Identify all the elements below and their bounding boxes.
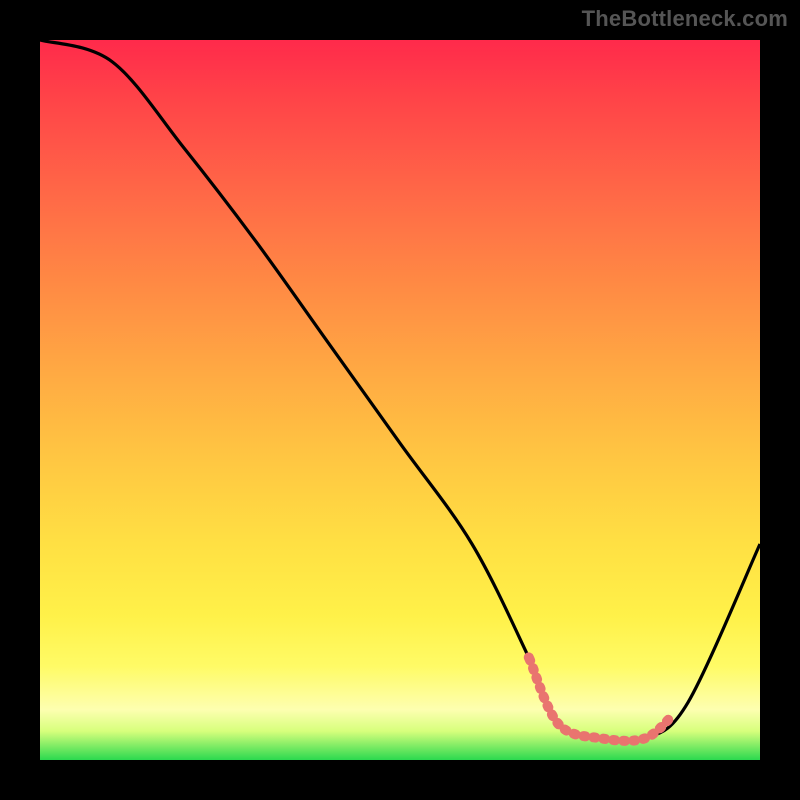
watermark-text: TheBottleneck.com: [582, 6, 788, 32]
gradient-background: [40, 40, 760, 760]
chart-frame: TheBottleneck.com: [0, 0, 800, 800]
plot-area: [40, 40, 760, 760]
